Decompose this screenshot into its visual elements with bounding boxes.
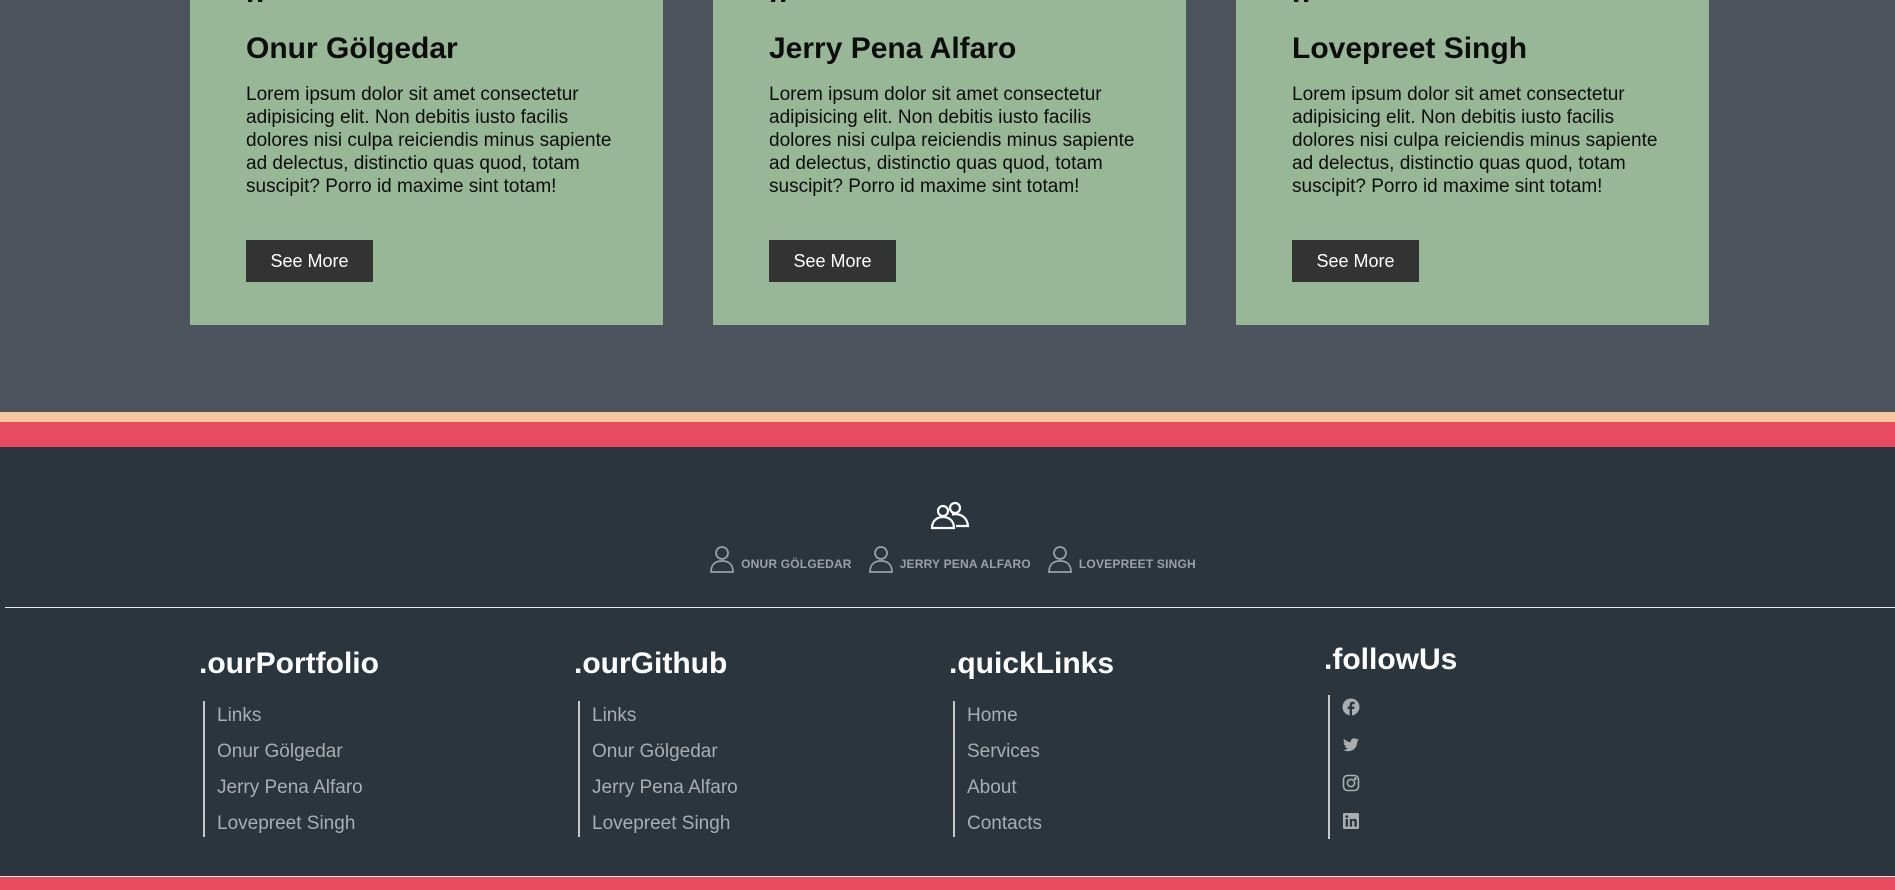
team-member: JERRY PENA ALFARO [868,545,1031,573]
list-item: Contacts [967,809,1114,837]
see-more-button[interactable]: See More [246,240,373,282]
member-name: JERRY PENA ALFARO [899,557,1031,571]
card-title: Lovepreet Singh [1292,32,1528,65]
list-item [1342,733,1457,763]
divider-stripe [0,422,1895,447]
list-item: Lovepreet Singh [592,809,738,837]
list-item: Links [592,701,738,729]
quicklinks-column: .quickLinks Home Services About Contacts [949,647,1114,837]
portfolio-column: .ourPortfolio Links Onur Gölgedar Jerry … [199,647,379,837]
footer-link[interactable]: Onur Gölgedar [217,741,343,762]
follow-heading: .followUs [1324,643,1458,676]
card-text: Lorem ipsum dolor sit amet consectetur a… [1292,84,1658,197]
person-icon [1047,546,1072,573]
portfolio-heading: .ourPortfolio [199,647,379,680]
facebook-icon[interactable] [1342,698,1360,716]
footer-link[interactable]: Lovepreet Singh [217,813,355,834]
team-cards-section: Onur Gölgedar Lorem ipsum dolor sit amet… [0,0,1895,412]
team-members-list: ONUR GÖLGEDAR JERRY PENA ALFARO LOVEPREE… [0,544,1895,574]
footer-link[interactable]: Jerry Pena Alfaro [592,777,738,798]
team-member: LOVEPREET SINGH [1047,545,1196,573]
footer-link[interactable]: Onur Gölgedar [592,741,718,762]
card-text: Lorem ipsum dolor sit amet consectetur a… [246,84,612,197]
person-icon [710,546,734,573]
card-text: Lorem ipsum dolor sit amet consectetur a… [769,84,1135,197]
footer-link[interactable]: Links [592,705,636,726]
footer-link[interactable]: Links [217,705,261,726]
card-title: Jerry Pena Alfaro [769,32,1017,65]
member-name: ONUR GÖLGEDAR [741,557,852,571]
footer-divider [5,607,1895,608]
people-icon [930,501,970,530]
list-item: Jerry Pena Alfaro [592,773,738,801]
team-card: Jerry Pena Alfaro Lorem ipsum dolor sit … [713,0,1186,325]
site-footer: ONUR GÖLGEDAR JERRY PENA ALFARO LOVEPREE… [0,447,1895,878]
list-item: Onur Gölgedar [217,737,379,765]
footer-link[interactable]: Contacts [967,813,1042,834]
see-more-button[interactable]: See More [769,240,896,282]
list-item: Home [967,701,1114,729]
list-item: About [967,773,1114,801]
footer-link[interactable]: About [967,777,1017,798]
quote-icon [1294,0,1309,2]
quote-icon [248,0,263,2]
see-more-button[interactable]: See More [1292,240,1419,282]
footer-link[interactable]: Services [967,741,1040,762]
github-column: .ourGithub Links Onur Gölgedar Jerry Pen… [574,647,738,837]
person-icon [868,546,893,573]
list-item: Services [967,737,1114,765]
team-member: ONUR GÖLGEDAR [709,545,852,573]
list-item: Links [217,701,379,729]
follow-column: .followUs [1324,643,1457,839]
footer-bottom-stripe [0,877,1895,890]
linkedin-icon[interactable] [1342,812,1360,830]
footer-link[interactable]: Home [967,705,1018,726]
team-card: Lovepreet Singh Lorem ipsum dolor sit am… [1236,0,1709,325]
team-card: Onur Gölgedar Lorem ipsum dolor sit amet… [190,0,663,325]
twitter-icon[interactable] [1342,736,1360,754]
divider-stripe [0,412,1895,422]
github-heading: .ourGithub [574,647,728,680]
footer-link[interactable]: Lovepreet Singh [592,813,730,834]
portfolio-links: Links Onur Gölgedar Jerry Pena Alfaro Lo… [203,701,379,837]
list-item: Onur Gölgedar [592,737,738,765]
list-item: Jerry Pena Alfaro [217,773,379,801]
list-item [1342,809,1457,839]
quicklinks-links: Home Services About Contacts [953,701,1114,837]
footer-link[interactable]: Jerry Pena Alfaro [217,777,363,798]
list-item [1342,695,1457,725]
quote-icon [771,0,786,2]
list-item: Lovepreet Singh [217,809,379,837]
card-title: Onur Gölgedar [246,32,458,65]
instagram-icon[interactable] [1342,774,1360,792]
list-item [1342,771,1457,801]
quicklinks-heading: .quickLinks [949,647,1115,680]
social-links [1328,695,1457,839]
member-name: LOVEPREET SINGH [1078,557,1196,571]
github-links: Links Onur Gölgedar Jerry Pena Alfaro Lo… [578,701,738,837]
